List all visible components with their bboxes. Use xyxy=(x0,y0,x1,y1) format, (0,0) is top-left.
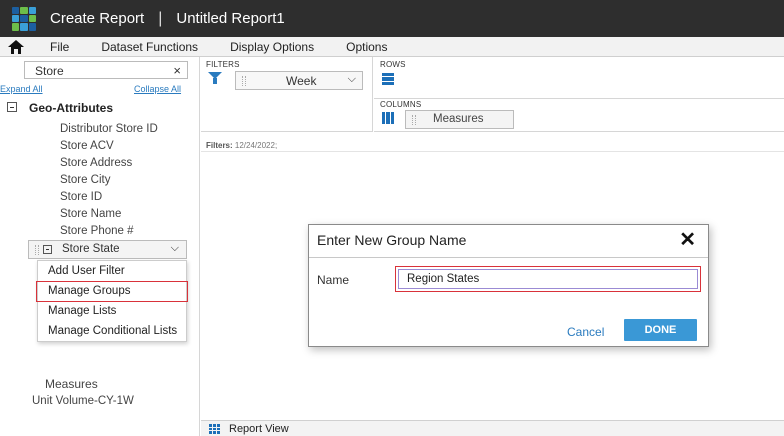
columns-icon xyxy=(382,112,394,124)
measures-heading: Measures xyxy=(45,377,98,391)
title-bar: Create Report | Untitled Report1 xyxy=(0,0,784,37)
attribute-item[interactable]: Store Address xyxy=(60,155,158,172)
done-button[interactable]: DONE xyxy=(624,319,697,341)
drag-handle-icon[interactable] xyxy=(412,115,416,125)
new-group-dialog: Enter New Group Name ✕ Name Cancel DONE xyxy=(308,224,709,347)
filters-status: Filters: 12/24/2022; xyxy=(201,132,784,152)
week-filter-value: Week xyxy=(286,74,317,88)
cancel-button[interactable]: Cancel xyxy=(567,325,604,339)
clear-search-icon[interactable]: × xyxy=(173,63,181,78)
attribute-item[interactable]: Store City xyxy=(60,172,158,189)
measure-item[interactable]: Unit Volume-CY-1W xyxy=(32,395,134,407)
menu-options[interactable]: Options xyxy=(346,40,387,54)
geo-attributes-heading: Geo-Attributes xyxy=(29,101,113,115)
chevron-down-icon[interactable]: ⌵ xyxy=(348,73,356,86)
filters-shelf: FILTERS Week ⌵ xyxy=(201,57,373,132)
attribute-item[interactable]: Store Name xyxy=(60,206,158,223)
columns-label: COLUMNS xyxy=(380,100,422,109)
bottom-tab-bar: Report View xyxy=(201,420,784,436)
attribute-item[interactable]: Store ACV xyxy=(60,138,158,155)
menu-manage-lists[interactable]: Manage Lists xyxy=(48,305,116,317)
attribute-search-input[interactable]: Store × xyxy=(24,61,188,79)
attribute-item[interactable]: Store ID xyxy=(60,189,158,206)
app-logo-icon xyxy=(12,6,36,31)
filters-status-label: Filters: xyxy=(206,141,233,150)
columns-shelf[interactable]: COLUMNS Measures xyxy=(374,99,784,132)
tab-report-view[interactable]: Report View xyxy=(229,423,289,435)
report-name: Untitled Report1 xyxy=(176,10,285,27)
dialog-divider xyxy=(309,257,708,258)
drag-handle-icon[interactable] xyxy=(242,76,246,86)
attribute-panel: Store × Expand All Collapse All Geo-Attr… xyxy=(0,57,200,436)
filters-status-value: 12/24/2022; xyxy=(234,141,278,150)
menu-display-options[interactable]: Display Options xyxy=(230,40,314,54)
drag-handle-icon[interactable] xyxy=(35,245,39,255)
dialog-title: Enter New Group Name xyxy=(317,232,467,248)
filters-label: FILTERS xyxy=(206,60,240,69)
filter-funnel-stem xyxy=(213,78,217,84)
title-separator: | xyxy=(158,9,163,27)
collapse-square-icon xyxy=(43,245,52,254)
attribute-item[interactable]: Distributor Store ID xyxy=(60,121,158,138)
menu-add-user-filter[interactable]: Add User Filter xyxy=(48,265,125,277)
group-name-input[interactable] xyxy=(398,269,698,289)
home-icon[interactable] xyxy=(8,39,24,54)
close-icon[interactable]: ✕ xyxy=(679,227,696,252)
store-state-label: Store State xyxy=(62,243,120,255)
collapse-all-link[interactable]: Collapse All xyxy=(134,84,181,94)
attribute-context-menu: Add User Filter Manage Groups Manage Lis… xyxy=(36,260,188,342)
attribute-item[interactable]: Store Phone # xyxy=(60,223,158,240)
measures-chip-label: Measures xyxy=(433,113,484,125)
rows-shelf[interactable]: ROWS xyxy=(374,57,784,99)
expand-all-link[interactable]: Expand All xyxy=(0,84,43,94)
name-label: Name xyxy=(317,273,350,287)
search-value: Store xyxy=(35,64,64,78)
report-view-icon xyxy=(209,424,220,434)
measures-column-chip[interactable]: Measures xyxy=(405,110,514,129)
attribute-list: Distributor Store ID Store ACV Store Add… xyxy=(60,121,158,240)
rows-icon xyxy=(382,73,394,85)
menu-bar: File Dataset Functions Display Options O… xyxy=(0,37,784,57)
store-state-attribute-chip[interactable]: Store State ⌵ xyxy=(28,240,187,259)
week-filter-dropdown[interactable]: Week ⌵ xyxy=(235,71,363,90)
collapse-group-icon[interactable] xyxy=(7,102,17,112)
menu-dataset-functions[interactable]: Dataset Functions xyxy=(101,40,198,54)
chevron-down-icon[interactable]: ⌵ xyxy=(171,242,179,255)
window-title: Create Report xyxy=(50,10,145,27)
rows-label: ROWS xyxy=(380,60,406,69)
highlight-outline xyxy=(36,281,188,302)
menu-manage-conditional-lists[interactable]: Manage Conditional Lists xyxy=(48,325,177,337)
menu-file[interactable]: File xyxy=(50,40,69,54)
